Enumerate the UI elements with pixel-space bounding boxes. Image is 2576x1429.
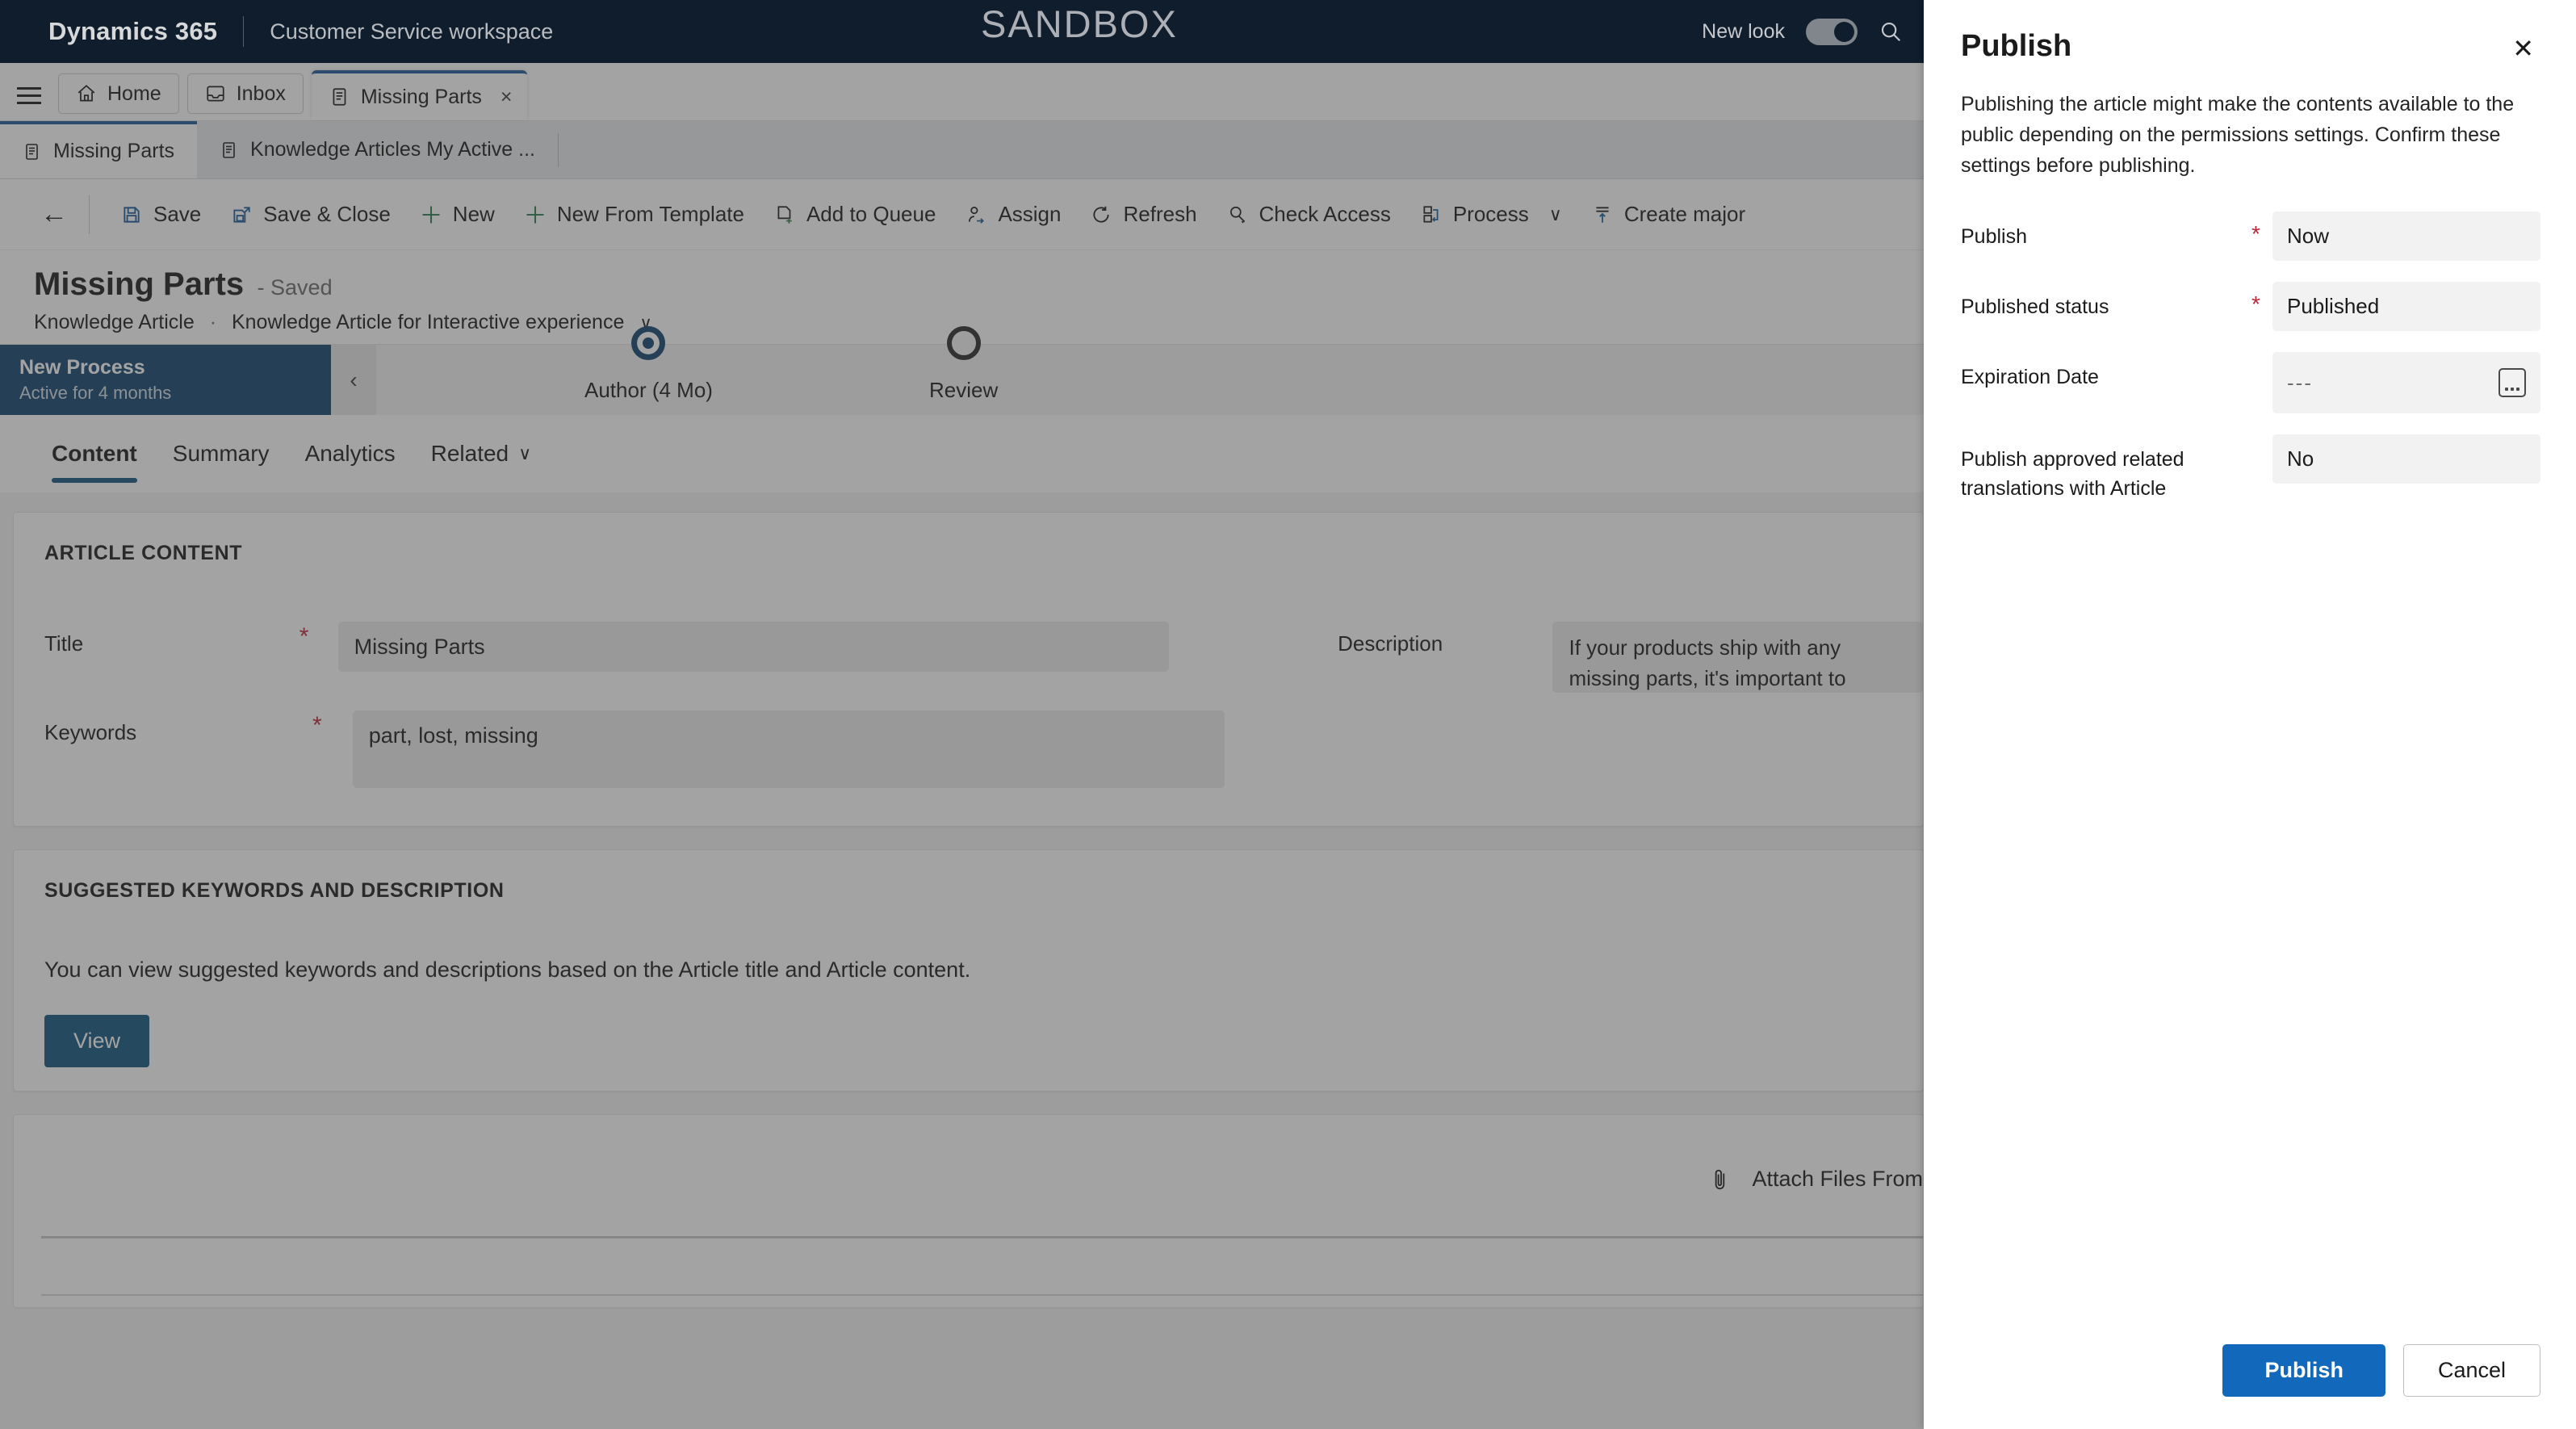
expiration-date-input[interactable]: ---	[2272, 352, 2540, 413]
modal-scrim	[0, 63, 1924, 1429]
publish-dialog-footer: Publish Cancel	[2222, 1344, 2540, 1397]
expiration-date-value: ---	[2287, 370, 2313, 395]
publish-translations-value: No	[2287, 446, 2314, 471]
publish-field-label: Publish	[1961, 225, 2027, 248]
calendar-icon[interactable]	[2499, 368, 2526, 397]
publish-translations-label: Publish approved related translations wi…	[1961, 448, 2184, 500]
publish-when-select[interactable]: Now	[2272, 212, 2540, 261]
publish-dialog-header: Publish ✕	[1924, 0, 2576, 68]
expiration-date-field-row: Expiration Date ---	[1961, 352, 2540, 413]
published-status-label: Published status	[1961, 295, 2109, 318]
publish-when-value: Now	[2287, 224, 2330, 248]
published-status-select[interactable]: Published	[2272, 282, 2540, 331]
required-indicator: *	[2251, 221, 2260, 246]
publish-dialog-form: Publish * Now Published status * Publish…	[1924, 181, 2576, 503]
expiration-date-label: Expiration Date	[1961, 366, 2099, 388]
published-status-value: Published	[2287, 294, 2380, 318]
publish-field-row: Publish * Now	[1961, 212, 2540, 261]
modal-scrim-top	[0, 0, 1924, 63]
cancel-button[interactable]: Cancel	[2402, 1344, 2540, 1397]
publish-dialog-description: Publishing the article might make the co…	[1961, 93, 2515, 177]
publish-translations-select[interactable]: No	[2272, 434, 2540, 484]
required-indicator	[2251, 352, 2272, 362]
publish-dialog-title: Publish	[1961, 29, 2072, 63]
screen-root: Dynamics 365 Customer Service workspace …	[0, 0, 2576, 1429]
close-icon[interactable]: ✕	[2506, 29, 2540, 68]
published-status-field-row: Published status * Published	[1961, 282, 2540, 331]
required-indicator	[2251, 434, 2272, 444]
publish-confirm-button[interactable]: Publish	[2222, 1344, 2385, 1397]
required-indicator: *	[2251, 291, 2260, 316]
publish-dialog: Publish ✕ Publishing the article might m…	[1924, 0, 2576, 1429]
publish-translations-field-row: Publish approved related translations wi…	[1961, 434, 2540, 503]
